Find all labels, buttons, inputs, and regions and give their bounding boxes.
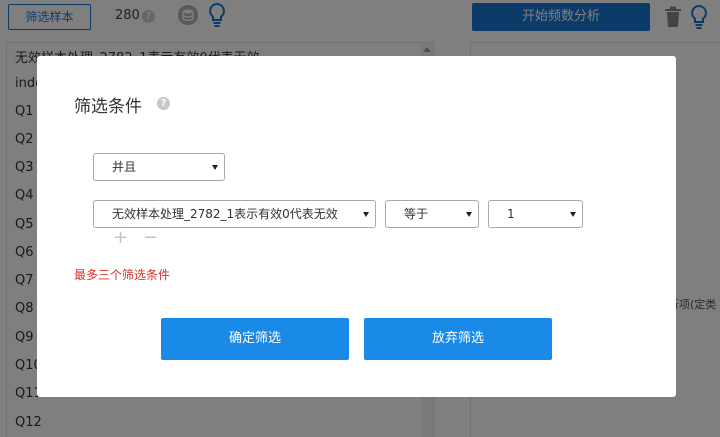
caret-down-icon — [212, 165, 218, 170]
filter-conditions-dialog: 筛选条件 ? 并且 无效样本处理_2782_1表示有效0代表无效 等于 1 + … — [37, 56, 676, 397]
minus-icon[interactable]: − — [143, 229, 158, 247]
value-select[interactable]: 1 — [488, 200, 583, 228]
logic-select-value: 并且 — [112, 160, 137, 174]
caret-down-icon — [466, 212, 472, 217]
field-select-value: 无效样本处理_2782_1表示有效0代表无效 — [112, 207, 338, 221]
plus-icon[interactable]: + — [113, 229, 128, 247]
dialog-title: 筛选条件 — [74, 97, 142, 117]
field-select[interactable]: 无效样本处理_2782_1表示有效0代表无效 — [93, 200, 376, 228]
caret-down-icon — [570, 212, 576, 217]
value-select-value: 1 — [507, 207, 515, 221]
confirm-filter-button[interactable]: 确定筛选 — [161, 318, 349, 360]
max-conditions-warning: 最多三个筛选条件 — [74, 268, 171, 282]
logic-select[interactable]: 并且 — [93, 153, 225, 181]
caret-down-icon — [363, 212, 369, 217]
help-icon[interactable]: ? — [157, 97, 170, 110]
operator-select-value: 等于 — [404, 207, 429, 221]
discard-filter-button[interactable]: 放弃筛选 — [364, 318, 552, 360]
operator-select[interactable]: 等于 — [385, 200, 479, 228]
